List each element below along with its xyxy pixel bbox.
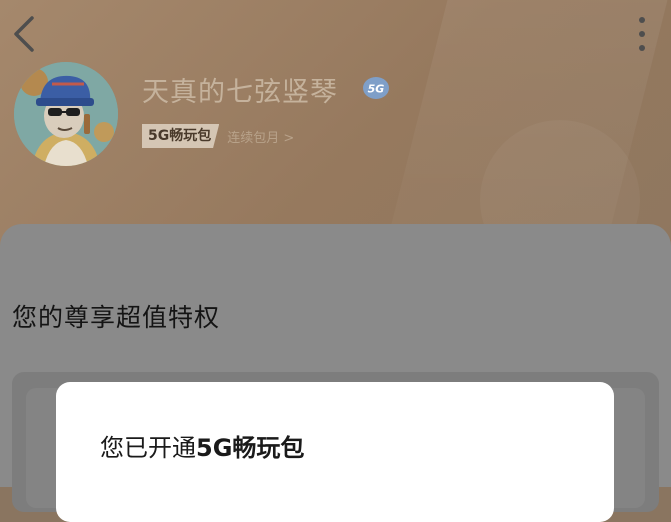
package-tag: 5G畅玩包 bbox=[142, 124, 220, 148]
5g-badge-label: 5G bbox=[368, 83, 385, 96]
chevron-left-icon bbox=[14, 16, 34, 52]
user-name: 天真的七弦竖琴 bbox=[142, 77, 338, 108]
section-title: 您的尊享超值特权 bbox=[12, 303, 221, 332]
dialog-message-prefix: 您已开通 bbox=[100, 434, 196, 462]
subscription-link[interactable]: 连续包月 > bbox=[227, 127, 294, 146]
avatar-image bbox=[14, 62, 118, 166]
avatar[interactable] bbox=[14, 62, 118, 166]
dialog-message: 您已开通5G畅玩包 bbox=[100, 428, 304, 463]
back-button[interactable] bbox=[10, 14, 44, 54]
profile-header: 天真的七弦竖琴 5G 5G畅玩包 连续包月 > bbox=[0, 0, 671, 250]
dialog-message-package: 5G畅玩包 bbox=[196, 434, 305, 462]
subscription-dialog: 您已开通5G畅玩包 bbox=[56, 382, 614, 522]
more-options-button[interactable] bbox=[628, 14, 656, 54]
package-row: 5G畅玩包 连续包月 > bbox=[142, 124, 294, 148]
more-vertical-icon bbox=[639, 17, 645, 51]
5g-badge-icon: 5G bbox=[362, 76, 390, 100]
